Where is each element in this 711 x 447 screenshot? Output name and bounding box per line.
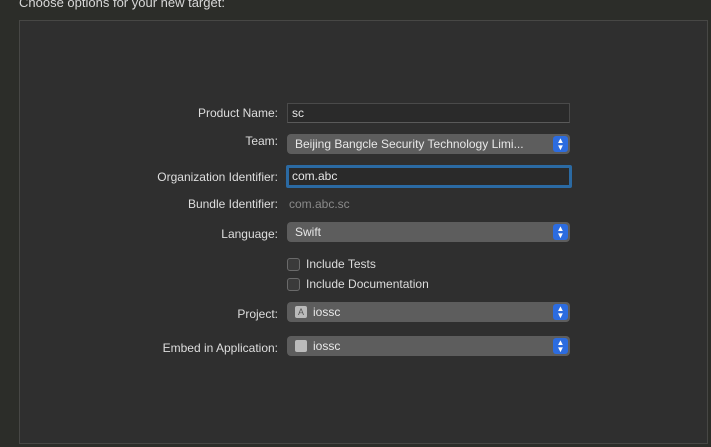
checkbox-box[interactable] xyxy=(287,257,300,271)
include-tests-checkbox[interactable]: Include Tests xyxy=(287,257,376,271)
chevron-updown-icon: ▲ ▼ xyxy=(553,136,568,152)
include-docs-checkbox[interactable]: Include Documentation xyxy=(287,277,429,291)
bundle-id-value: com.abc.sc xyxy=(289,197,350,211)
app-store-icon: A xyxy=(295,306,307,318)
team-label: Team: xyxy=(245,134,278,148)
language-popup[interactable]: Swift ▲ ▼ xyxy=(287,222,570,242)
org-id-label: Organization Identifier: xyxy=(157,170,278,184)
team-value: Beijing Bangcle Security Technology Limi… xyxy=(295,137,524,151)
chevron-updown-icon: ▲ ▼ xyxy=(553,338,568,354)
language-value: Swift xyxy=(295,225,322,239)
chevron-updown-icon: ▲ ▼ xyxy=(553,304,568,320)
checkbox-box[interactable] xyxy=(287,277,300,291)
include-tests-label: Include Tests xyxy=(306,257,376,271)
app-icon xyxy=(295,340,307,352)
project-popup[interactable]: Aiossc ▲ ▼ xyxy=(287,302,570,322)
org-id-field[interactable]: com.abc xyxy=(286,165,572,188)
include-docs-label: Include Documentation xyxy=(306,277,429,291)
project-label: Project: xyxy=(237,307,278,321)
embed-popup[interactable]: iossc ▲ ▼ xyxy=(287,336,570,356)
dialog-title: Choose options for your new target: xyxy=(19,0,225,10)
embed-value: iossc xyxy=(313,339,341,353)
product-name-label: Product Name: xyxy=(197,106,278,120)
embed-label: Embed in Application: xyxy=(162,341,278,355)
team-popup[interactable]: Beijing Bangcle Security Technology Limi… xyxy=(287,134,570,154)
language-label: Language: xyxy=(221,227,278,241)
project-value: iossc xyxy=(313,305,341,319)
product-name-field[interactable]: sc xyxy=(287,103,570,123)
chevron-updown-icon: ▲ ▼ xyxy=(553,224,568,240)
bundle-id-label: Bundle Identifier: xyxy=(187,197,278,211)
